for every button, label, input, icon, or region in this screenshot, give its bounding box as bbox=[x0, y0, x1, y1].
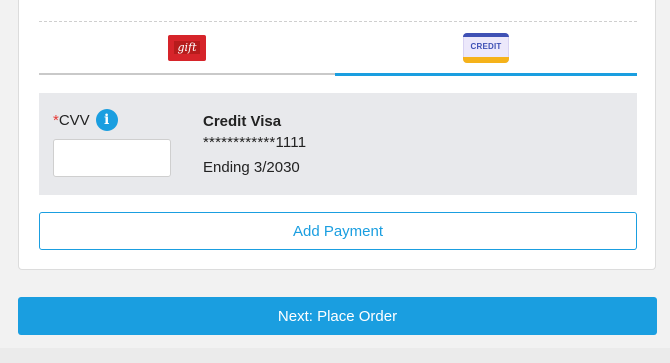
credit-card-icon: CREDIT bbox=[463, 32, 509, 63]
cvv-label-text: CVV bbox=[58, 111, 90, 129]
payment-method-tabs: gift CREDIT bbox=[39, 21, 637, 76]
credit-card-icon-text: CREDIT bbox=[470, 41, 502, 51]
payment-panel: gift CREDIT * CVV i Credit Visa ********… bbox=[18, 0, 656, 270]
cvv-label: * CVV i bbox=[53, 109, 118, 131]
tab-gift-card[interactable]: gift bbox=[39, 22, 335, 75]
gift-card-icon-text: gift bbox=[174, 41, 200, 54]
add-payment-button[interactable]: Add Payment bbox=[39, 212, 637, 250]
cvv-input[interactable] bbox=[53, 139, 171, 177]
gift-card-icon: gift bbox=[168, 34, 206, 61]
tab-credit-card[interactable]: CREDIT bbox=[335, 22, 637, 76]
next-place-order-button[interactable]: Next: Place Order bbox=[18, 297, 657, 335]
card-expiry: Ending 3/2030 bbox=[203, 159, 300, 176]
card-details: Credit Visa ************1111 Ending 3/20… bbox=[203, 113, 306, 176]
card-number: ************1111 bbox=[203, 134, 307, 151]
saved-card-box: * CVV i Credit Visa ************1111 End… bbox=[39, 93, 637, 195]
card-name: Credit Visa bbox=[203, 113, 282, 130]
info-icon[interactable]: i bbox=[95, 109, 118, 131]
footer-strip bbox=[0, 348, 670, 363]
